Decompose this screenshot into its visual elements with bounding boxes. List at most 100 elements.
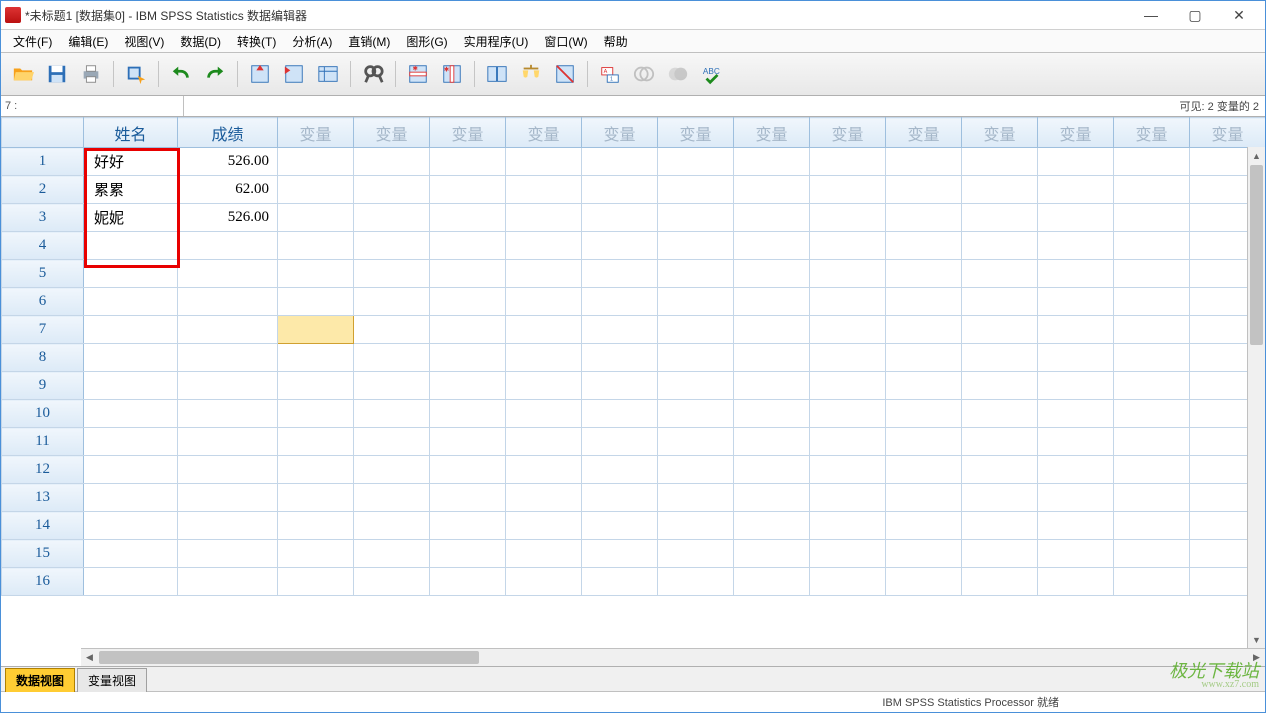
cell-empty[interactable]	[278, 288, 354, 316]
menu-data[interactable]: 数据(D)	[172, 31, 229, 52]
cell-empty[interactable]	[962, 372, 1038, 400]
cell-empty[interactable]	[886, 512, 962, 540]
insert-case-button[interactable]: ✱	[402, 58, 434, 90]
cell-empty[interactable]	[734, 316, 810, 344]
cell-empty[interactable]	[582, 484, 658, 512]
minimize-button[interactable]: —	[1129, 1, 1173, 29]
cell-empty[interactable]	[1114, 540, 1190, 568]
cell-name[interactable]	[84, 428, 178, 456]
cell-empty[interactable]	[354, 372, 430, 400]
cell-empty[interactable]	[354, 288, 430, 316]
cell-empty[interactable]	[582, 148, 658, 176]
row-header[interactable]: 15	[2, 540, 84, 568]
menu-analyze[interactable]: 分析(A)	[284, 31, 340, 52]
cell-empty[interactable]	[886, 176, 962, 204]
cell-empty[interactable]	[658, 428, 734, 456]
cell-empty[interactable]	[810, 540, 886, 568]
cell-score[interactable]	[178, 232, 278, 260]
cell-empty[interactable]	[1038, 316, 1114, 344]
menu-help[interactable]: 帮助	[596, 31, 636, 52]
cell-score[interactable]	[178, 316, 278, 344]
cell-empty[interactable]	[506, 288, 582, 316]
cell-empty[interactable]	[582, 372, 658, 400]
cell-empty[interactable]	[506, 540, 582, 568]
menu-direct-marketing[interactable]: 直销(M)	[340, 31, 398, 52]
column-header-name[interactable]: 姓名	[84, 118, 178, 148]
cell-empty[interactable]	[430, 568, 506, 596]
cell-empty[interactable]	[582, 176, 658, 204]
cell-score[interactable]	[178, 400, 278, 428]
column-header-empty[interactable]: 变量	[1114, 118, 1190, 148]
cell-empty[interactable]	[430, 344, 506, 372]
cell-empty[interactable]	[1114, 288, 1190, 316]
menu-edit[interactable]: 编辑(E)	[60, 31, 116, 52]
cell-empty[interactable]	[354, 540, 430, 568]
table-row[interactable]: 2累累62.00	[2, 176, 1266, 204]
close-button[interactable]: ✕	[1217, 1, 1261, 29]
cell-empty[interactable]	[354, 148, 430, 176]
cell-empty[interactable]	[506, 372, 582, 400]
column-header-empty[interactable]: 变量	[658, 118, 734, 148]
cell-empty[interactable]	[962, 456, 1038, 484]
table-row[interactable]: 8	[2, 344, 1266, 372]
cell-empty[interactable]	[658, 176, 734, 204]
cell-empty[interactable]	[962, 512, 1038, 540]
cell-empty[interactable]	[734, 288, 810, 316]
cell-empty[interactable]	[810, 568, 886, 596]
cell-empty[interactable]	[658, 400, 734, 428]
maximize-button[interactable]: ▢	[1173, 1, 1217, 29]
menu-view[interactable]: 视图(V)	[116, 31, 172, 52]
recall-dialog-button[interactable]	[120, 58, 152, 90]
cell-score[interactable]: 526.00	[178, 204, 278, 232]
cell-empty[interactable]	[278, 232, 354, 260]
cell-empty[interactable]	[886, 148, 962, 176]
cell-empty[interactable]	[430, 260, 506, 288]
cell-empty[interactable]	[886, 540, 962, 568]
cell-empty[interactable]	[1038, 512, 1114, 540]
cell-empty[interactable]	[810, 372, 886, 400]
cell-empty[interactable]	[354, 344, 430, 372]
table-row[interactable]: 6	[2, 288, 1266, 316]
cell-score[interactable]	[178, 372, 278, 400]
cell-empty[interactable]	[506, 260, 582, 288]
cell-empty[interactable]	[1114, 260, 1190, 288]
cell-name[interactable]	[84, 484, 178, 512]
cell-empty[interactable]	[1038, 484, 1114, 512]
cell-empty[interactable]	[734, 512, 810, 540]
cell-empty[interactable]	[430, 316, 506, 344]
cell-name[interactable]	[84, 540, 178, 568]
cell-empty[interactable]	[734, 204, 810, 232]
cell-name[interactable]	[84, 456, 178, 484]
cell-empty[interactable]	[506, 428, 582, 456]
cell-empty[interactable]	[810, 288, 886, 316]
table-row[interactable]: 3妮妮526.00	[2, 204, 1266, 232]
scroll-up-arrow[interactable]: ▲	[1248, 147, 1265, 164]
cell-empty[interactable]	[734, 372, 810, 400]
row-header[interactable]: 16	[2, 568, 84, 596]
column-header-empty[interactable]: 变量	[810, 118, 886, 148]
cell-empty[interactable]	[582, 456, 658, 484]
cell-empty[interactable]	[354, 428, 430, 456]
cell-empty[interactable]	[430, 456, 506, 484]
row-header[interactable]: 8	[2, 344, 84, 372]
undo-button[interactable]	[165, 58, 197, 90]
cell-empty[interactable]	[810, 400, 886, 428]
cell-empty[interactable]	[1038, 540, 1114, 568]
cell-name[interactable]	[84, 372, 178, 400]
cell-empty[interactable]	[354, 456, 430, 484]
cell-score[interactable]	[178, 288, 278, 316]
cell-empty[interactable]	[734, 148, 810, 176]
cell-empty[interactable]	[506, 316, 582, 344]
cell-empty[interactable]	[354, 176, 430, 204]
menu-file[interactable]: 文件(F)	[5, 31, 60, 52]
row-header[interactable]: 13	[2, 484, 84, 512]
row-header[interactable]: 10	[2, 400, 84, 428]
cell-empty[interactable]	[278, 484, 354, 512]
column-header-empty[interactable]: 变量	[506, 118, 582, 148]
row-header[interactable]: 9	[2, 372, 84, 400]
cell-empty[interactable]	[886, 288, 962, 316]
row-header[interactable]: 5	[2, 260, 84, 288]
cell-score[interactable]	[178, 512, 278, 540]
row-header[interactable]: 11	[2, 428, 84, 456]
cell-empty[interactable]	[1114, 400, 1190, 428]
